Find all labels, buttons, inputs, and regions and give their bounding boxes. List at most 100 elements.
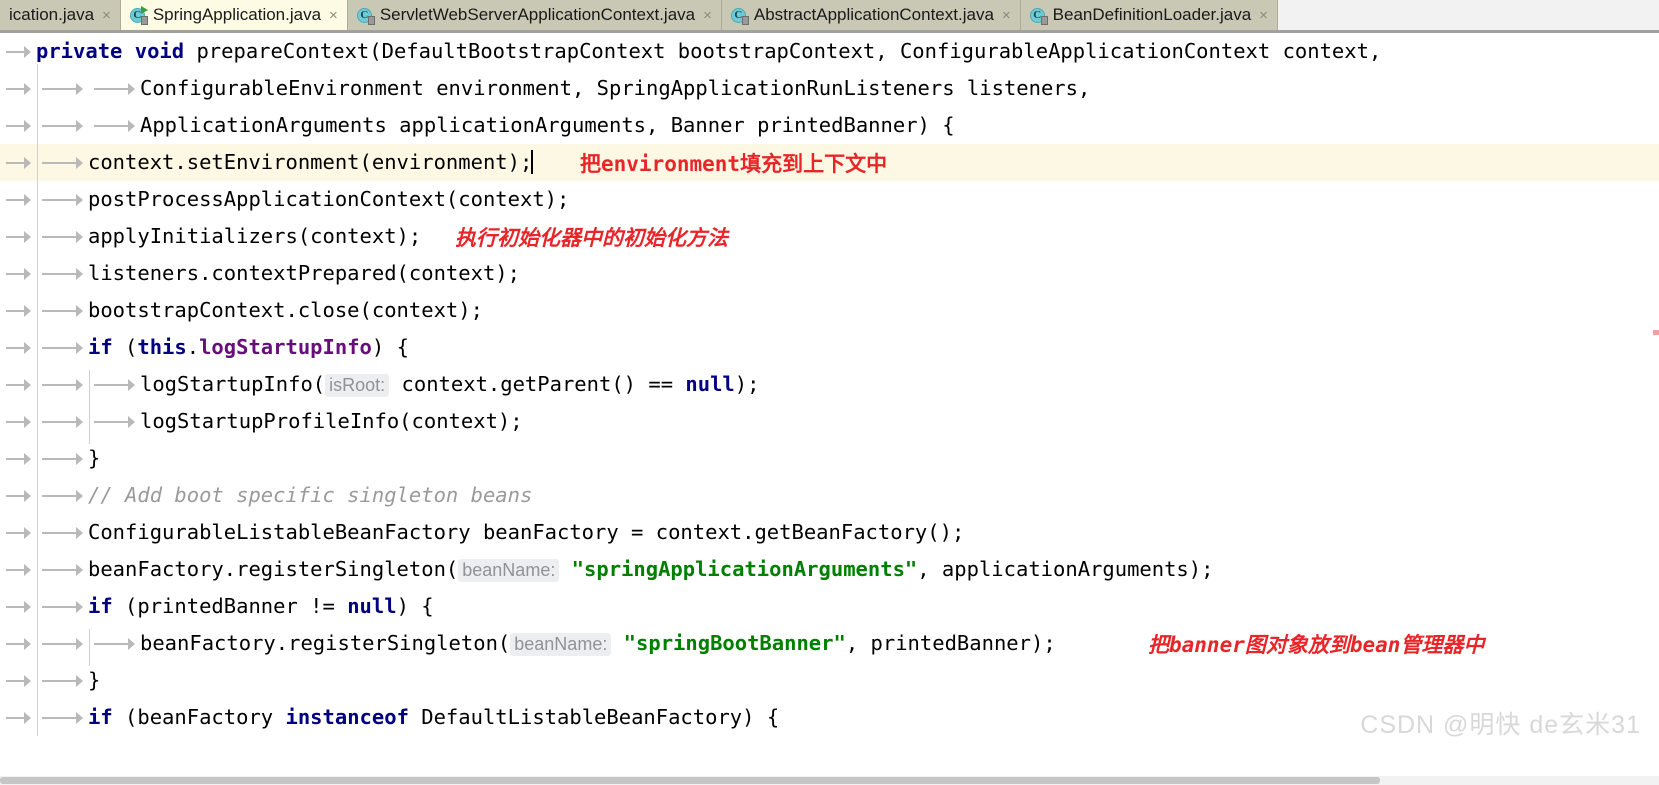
- indent-guide: [6, 305, 31, 317]
- indent-guide: [94, 638, 135, 650]
- class-badge: [140, 15, 148, 25]
- code-token-plain: bootstrapContext.close(context);: [88, 298, 483, 322]
- code-token-plain: .: [186, 335, 200, 359]
- code-line[interactable]: applyInitializers(context);: [0, 218, 1659, 255]
- editor-tab-label: BeanDefinitionLoader.java: [1052, 5, 1252, 24]
- code-line[interactable]: beanFactory.registerSingleton(beanName: …: [0, 551, 1659, 588]
- run-arrow-icon: [140, 5, 148, 14]
- close-icon[interactable]: ×: [102, 7, 111, 24]
- indent-guide: [42, 342, 83, 354]
- code-token-plain: logStartupInfo(: [140, 372, 326, 396]
- editor-tab-1[interactable]: ication.java ×: [0, 0, 121, 30]
- code-token-plain: applyInitializers(context);: [88, 224, 422, 248]
- code-text: applyInitializers(context);: [88, 218, 421, 255]
- code-text: }: [88, 440, 100, 477]
- code-line[interactable]: if (this.logStartupInfo) {: [0, 329, 1659, 366]
- editor-tab-4[interactable]: C AbstractApplicationContext.java ×: [721, 0, 1021, 30]
- code-text: if (beanFactory instanceof DefaultListab…: [88, 699, 779, 736]
- code-token-plain: prepareContext(DefaultBootstrapContext b…: [184, 39, 1382, 63]
- indent-guide: [42, 638, 83, 650]
- code-token-plain: ) {: [396, 594, 434, 618]
- editor-tab-label: SpringApplication.java: [152, 5, 322, 24]
- code-line[interactable]: bootstrapContext.close(context);: [0, 292, 1659, 329]
- indent-guide: [94, 379, 135, 391]
- code-line[interactable]: private void prepareContext(DefaultBoots…: [0, 33, 1659, 70]
- code-line[interactable]: ConfigurableListableBeanFactory beanFact…: [0, 514, 1659, 551]
- code-line[interactable]: ConfigurableEnvironment environment, Spr…: [0, 70, 1659, 107]
- close-icon[interactable]: ×: [1259, 7, 1268, 24]
- code-line[interactable]: logStartupInfo(isRoot: context.getParent…: [0, 366, 1659, 403]
- indent-guide: [6, 638, 31, 650]
- indent-guide: [94, 120, 135, 132]
- code-line[interactable]: }: [0, 440, 1659, 477]
- text-caret: [531, 150, 534, 174]
- code-line[interactable]: if (printedBanner != null) {: [0, 588, 1659, 625]
- editor-tab-5[interactable]: C BeanDefinitionLoader.java ×: [1020, 0, 1278, 30]
- code-token-plain: ApplicationArguments applicationArgument…: [140, 113, 955, 137]
- code-token-plain: listeners.contextPrepared(context);: [88, 261, 520, 285]
- code-token-kw: instanceof: [285, 705, 409, 729]
- code-line[interactable]: logStartupProfileInfo(context);: [0, 403, 1659, 440]
- scrollbar-thumb[interactable]: [0, 777, 1380, 784]
- code-text: ApplicationArguments applicationArgument…: [140, 107, 955, 144]
- close-icon[interactable]: ×: [1002, 7, 1011, 24]
- code-token-str: "springBootBanner": [623, 631, 846, 655]
- code-token-kw: null: [685, 372, 735, 396]
- block-guide-line: [89, 629, 90, 666]
- code-line[interactable]: listeners.contextPrepared(context);: [0, 255, 1659, 292]
- editor-tab-label: AbstractApplicationContext.java: [753, 5, 994, 24]
- error-stripe-marker[interactable]: [1653, 330, 1659, 335]
- code-token-plain: beanFactory.registerSingleton(: [88, 557, 459, 581]
- code-token-plain: ) {: [371, 335, 409, 359]
- indent-guide: [6, 157, 31, 169]
- editor-tab-label: ication.java: [9, 5, 95, 24]
- java-class-icon: C: [1029, 7, 1048, 25]
- code-token-cmt: // Add boot specific singleton beans: [88, 483, 533, 507]
- code-token-fld: logStartupInfo: [199, 335, 372, 359]
- editor-tab-2[interactable]: C SpringApplication.java ×: [120, 0, 348, 30]
- indent-guide: [6, 675, 31, 687]
- java-class-runnable-icon: C: [129, 5, 148, 25]
- code-line[interactable]: }: [0, 662, 1659, 699]
- code-token-plain: , printedBanner);: [845, 631, 1056, 655]
- code-text: // Add boot specific singleton beans: [88, 477, 532, 514]
- horizontal-scrollbar[interactable]: [0, 776, 1659, 785]
- code-line[interactable]: // Add boot specific singleton beans: [0, 477, 1659, 514]
- code-token-plain: context.setEnvironment(environment);: [88, 150, 533, 174]
- code-text: beanFactory.registerSingleton(beanName: …: [140, 625, 1056, 663]
- indent-guide: [42, 712, 83, 724]
- watermark-text: CSDN @明快 de玄米31: [1360, 711, 1641, 739]
- class-badge: [367, 15, 375, 25]
- close-icon[interactable]: ×: [703, 7, 712, 24]
- editor-tab-bar: ication.java × C SpringApplication.java × C Se…: [0, 0, 1659, 30]
- code-token-plain: (: [112, 335, 138, 359]
- code-token-plain: }: [88, 668, 101, 692]
- code-editor[interactable]: private void prepareContext(DefaultBoots…: [0, 30, 1659, 785]
- indent-guide: [42, 379, 83, 391]
- code-token-kw: this: [137, 335, 187, 359]
- code-text: private void prepareContext(DefaultBoots…: [36, 33, 1381, 70]
- indent-guide: [6, 490, 31, 502]
- editor-tab-3[interactable]: C ServletWebServerApplicationContext.java…: [347, 0, 722, 30]
- code-token-plain: (beanFactory: [112, 705, 286, 729]
- code-line[interactable]: postProcessApplicationContext(context);: [0, 181, 1659, 218]
- indent-guide: [42, 490, 83, 502]
- code-token-kw: if: [88, 594, 113, 618]
- indent-guide: [6, 46, 31, 58]
- tab-bar-filler: [1277, 0, 1659, 30]
- code-token-kw: if: [88, 335, 113, 359]
- indent-guide: [42, 527, 83, 539]
- close-icon[interactable]: ×: [329, 7, 338, 24]
- code-token-kw: private: [36, 39, 123, 63]
- indent-guide: [42, 564, 83, 576]
- code-line[interactable]: ApplicationArguments applicationArgument…: [0, 107, 1659, 144]
- code-token-plain: ConfigurableEnvironment environment, Spr…: [140, 76, 1091, 100]
- code-token-plain: logStartupProfileInfo(context);: [140, 409, 523, 433]
- code-token-plain: beanFactory.registerSingleton(: [140, 631, 511, 655]
- class-badge: [741, 15, 749, 25]
- code-text: if (this.logStartupInfo) {: [88, 329, 409, 366]
- indent-guide: [6, 564, 31, 576]
